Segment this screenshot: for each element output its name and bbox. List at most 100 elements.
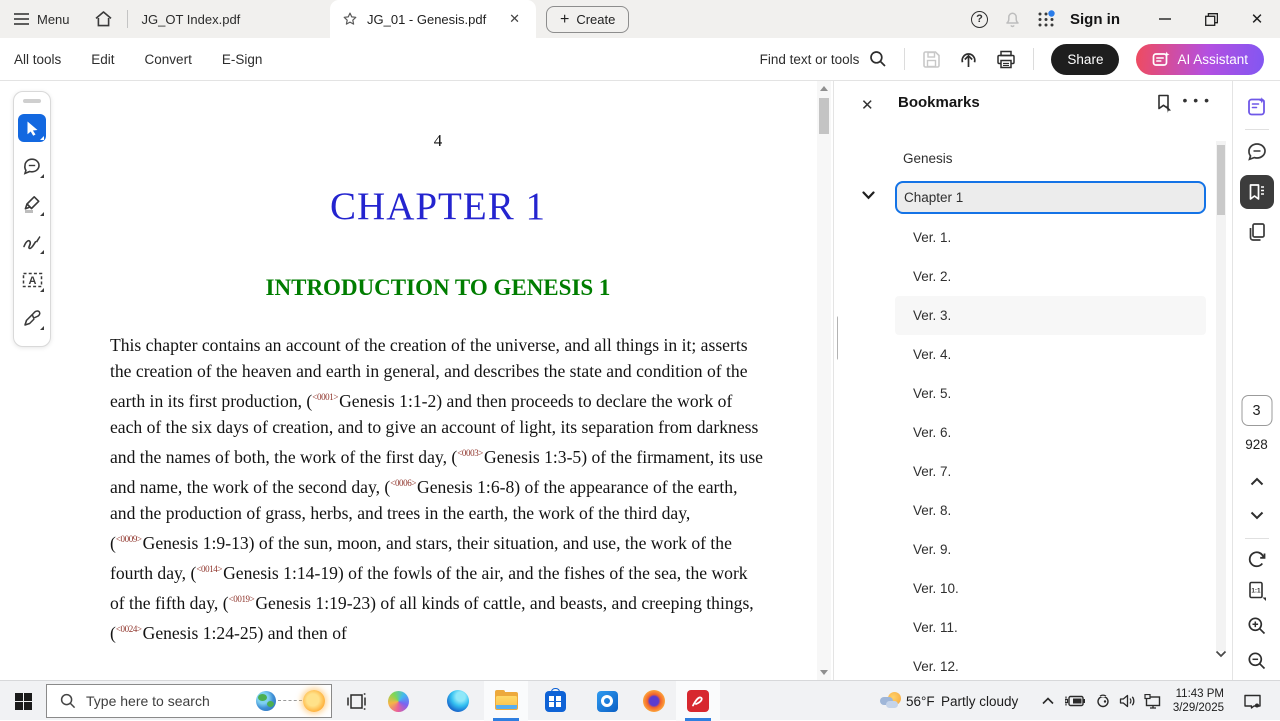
bookmark-item-ver-2[interactable]: Ver. 2. [838, 257, 1218, 296]
comments-panel-button[interactable] [1245, 141, 1268, 163]
search-doodle[interactable] [252, 687, 328, 715]
fit-page-button[interactable]: 1:1 [1246, 580, 1267, 601]
bookmarks-scroll-down-icon[interactable] [1215, 650, 1227, 658]
menu-e-sign[interactable]: E-Sign [222, 52, 263, 67]
acrobat-taskbar-button[interactable] [676, 681, 720, 721]
weather-button[interactable] [876, 681, 906, 721]
bookmark-item-chapter-1[interactable]: Chapter 1 [838, 178, 1218, 218]
bookmark-item-ver-8[interactable]: Ver. 8. [838, 491, 1218, 530]
thumbnails-panel-button[interactable] [1246, 221, 1267, 243]
create-button[interactable]: + Create [546, 6, 629, 33]
highlight-tool-button[interactable] [18, 190, 46, 218]
firefox-taskbar-button[interactable] [632, 681, 676, 721]
weather-condition[interactable]: Partly cloudy [941, 681, 1018, 721]
bookmark-item-ver-5[interactable]: Ver. 5. [838, 374, 1218, 413]
menu-convert[interactable]: Convert [145, 52, 192, 67]
bookmarks-scrollbar-thumb[interactable] [1217, 145, 1225, 215]
verse-reference-code[interactable]: <0019> [229, 594, 255, 604]
chapter-heading: CHAPTER 1 [110, 184, 766, 229]
document-scrollbar-thumb[interactable] [819, 98, 829, 134]
minimize-button[interactable] [1142, 0, 1188, 38]
tab-jg-ot-index[interactable]: JG_OT Index.pdf [142, 12, 241, 27]
draw-tool-button[interactable] [18, 228, 46, 256]
store-taskbar-button[interactable] [533, 681, 577, 721]
bookmarks-close-button[interactable]: ✕ [861, 96, 874, 114]
bookmark-item-ver-1[interactable]: Ver. 1. [838, 218, 1218, 257]
bookmark-item-ver-9[interactable]: Ver. 9. [838, 530, 1218, 569]
scroll-down-arrow[interactable] [817, 665, 831, 680]
next-page-button[interactable] [1250, 511, 1264, 520]
ai-assistant-button[interactable]: AI Assistant [1136, 44, 1264, 75]
zoom-out-button[interactable] [1247, 651, 1267, 671]
print-button[interactable] [996, 50, 1016, 69]
document-viewport[interactable]: 4 CHAPTER 1 INTRODUCTION TO GENESIS 1 Th… [0, 81, 834, 680]
task-view-button[interactable] [334, 681, 378, 721]
restore-button[interactable] [1188, 0, 1234, 38]
verse-reference-code[interactable]: <0003> [457, 448, 483, 458]
close-window-button[interactable]: ✕ [1234, 0, 1280, 38]
battery-tray-button[interactable] [1062, 681, 1088, 721]
menu-all-tools[interactable]: All tools [14, 52, 61, 67]
apps-grid-button[interactable] [1029, 0, 1062, 38]
taskbar-search-input[interactable]: Type here to search [46, 684, 332, 718]
ai-assistant-panel-button[interactable] [1246, 96, 1268, 118]
verse-reference-code[interactable]: <0014> [196, 564, 222, 574]
sign-in-button[interactable]: Sign in [1070, 11, 1120, 28]
edge-taskbar-button[interactable] [436, 681, 480, 721]
find-text-label: Find text or tools [760, 52, 860, 67]
bookmark-item-ver-11[interactable]: Ver. 11. [838, 608, 1218, 647]
verse-reference-code[interactable]: <0001> [312, 392, 338, 402]
bookmark-item-ver-4[interactable]: Ver. 4. [838, 335, 1218, 374]
bookmark-item-ver-6[interactable]: Ver. 6. [838, 413, 1218, 452]
chevron-down-icon[interactable] [862, 191, 875, 200]
weather-temp[interactable]: 56°F [906, 681, 935, 721]
file-explorer-taskbar-button[interactable] [484, 681, 528, 721]
add-bookmark-button[interactable] [1154, 93, 1174, 113]
notifications-button[interactable] [996, 0, 1029, 38]
tab-jg-01-genesis[interactable]: JG_01 - Genesis.pdf ✕ [330, 0, 536, 38]
copilot-taskbar-button[interactable] [376, 681, 420, 721]
zoom-out-icon [1247, 651, 1267, 671]
tray-expand-button[interactable] [1036, 681, 1060, 721]
body-text: Genesis 1:24-25) and then of [143, 623, 347, 643]
action-center-button[interactable] [1234, 681, 1270, 721]
sign-tool-button[interactable] [18, 304, 46, 332]
help-button[interactable]: ? [963, 0, 996, 38]
bookmark-item-ver-7[interactable]: Ver. 7. [838, 452, 1218, 491]
document-scrollbar[interactable] [817, 81, 831, 680]
update-tray-button[interactable] [1090, 681, 1116, 721]
scroll-up-arrow[interactable] [817, 81, 831, 96]
share-button[interactable]: Share [1051, 44, 1119, 75]
outlook-taskbar-button[interactable] [585, 681, 629, 721]
clock[interactable]: 11:43 PM 3/29/2025 [1168, 681, 1224, 721]
bookmark-item-ver-10[interactable]: Ver. 10. [838, 569, 1218, 608]
select-tool-button[interactable] [18, 114, 46, 142]
volume-tray-button[interactable] [1114, 681, 1140, 721]
menu-button[interactable]: Menu [14, 12, 70, 27]
tab-close-icon[interactable]: ✕ [505, 9, 524, 29]
bookmark-selected-box[interactable]: Chapter 1 [895, 181, 1206, 214]
bookmark-item-genesis[interactable]: Genesis [838, 139, 1218, 178]
menu-edit[interactable]: Edit [91, 52, 114, 67]
bookmark-item-ver-3[interactable]: Ver. 3. [838, 296, 1218, 335]
textbox-tool-button[interactable]: A [18, 266, 46, 294]
bookmarks-panel-button[interactable] [1240, 175, 1274, 209]
comment-tool-button[interactable] [18, 152, 46, 180]
home-button[interactable] [94, 10, 113, 28]
start-button[interactable] [0, 681, 46, 721]
star-icon[interactable] [342, 11, 358, 27]
verse-reference-code[interactable]: <0006> [390, 478, 416, 488]
network-tray-button[interactable] [1140, 681, 1166, 721]
find-text-button[interactable]: Find text or tools [760, 50, 888, 68]
verse-reference-code[interactable]: <0009> [116, 534, 142, 544]
zoom-in-button[interactable] [1247, 616, 1267, 636]
rotate-page-button[interactable] [1247, 549, 1267, 569]
save-button[interactable] [922, 50, 941, 69]
upload-button[interactable] [958, 49, 979, 69]
previous-page-button[interactable] [1250, 477, 1264, 486]
page-number-input[interactable]: 3 [1241, 395, 1272, 426]
verse-reference-code[interactable]: <0024> [116, 624, 142, 634]
bookmarks-scrollbar[interactable] [1216, 141, 1226, 651]
tools-drag-handle[interactable] [23, 99, 41, 103]
bookmarks-options-button[interactable]: • • • [1183, 92, 1210, 108]
